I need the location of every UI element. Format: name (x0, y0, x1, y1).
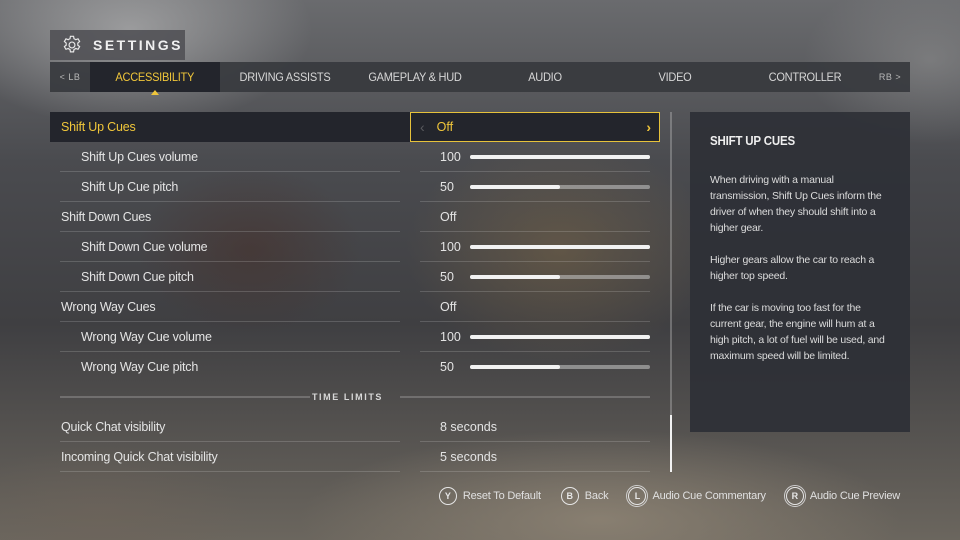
settings-header: SETTINGS (50, 30, 185, 60)
setting-value: 50 (440, 180, 454, 194)
setting-row-shift-down-pitch[interactable]: Shift Down Cue pitch 50 (50, 262, 660, 292)
setting-label: Shift Down Cue volume (81, 240, 208, 254)
setting-row-quick-chat-visibility[interactable]: Quick Chat visibility 8 seconds (50, 412, 660, 442)
setting-value: 100 (440, 330, 461, 344)
divider (420, 471, 650, 472)
setting-label: Wrong Way Cue pitch (81, 360, 199, 374)
setting-label: Incoming Quick Chat visibility (61, 450, 218, 464)
setting-value: 8 seconds (440, 420, 497, 434)
setting-value: Off (440, 300, 457, 314)
scrollbar-thumb[interactable] (670, 415, 672, 472)
chevron-left-icon[interactable]: ‹ (420, 119, 425, 135)
slider-fill (470, 155, 650, 159)
setting-value: 50 (440, 270, 454, 284)
setting-row-incoming-quick-chat-visibility[interactable]: Incoming Quick Chat visibility 5 seconds (50, 442, 660, 472)
pitch-slider[interactable] (470, 275, 650, 279)
setting-label: Shift Up Cues (61, 120, 136, 134)
back-button[interactable]: B Back (560, 487, 609, 505)
option-value: Off (436, 120, 454, 134)
slider-fill (470, 245, 650, 249)
setting-label: Wrong Way Cue volume (81, 330, 212, 344)
setting-value: Off (440, 210, 457, 224)
audio-cue-preview-button[interactable]: R Audio Cue Preview (783, 485, 900, 507)
divider (60, 396, 310, 398)
section-title: TIME LIMITS (311, 392, 384, 402)
reset-to-default-button[interactable]: Y Reset To Default (438, 487, 541, 505)
info-paragraph: Higher gears allow the car to reach a hi… (710, 254, 875, 282)
tab-video[interactable]: VIDEO (615, 62, 735, 92)
hint-label: Audio Cue Preview (809, 490, 900, 502)
setting-label: Shift Up Cue pitch (81, 180, 179, 194)
y-button-icon: Y (438, 487, 457, 505)
volume-slider[interactable] (470, 245, 650, 249)
setting-row-shift-up-pitch[interactable]: Shift Up Cue pitch 50 (50, 172, 660, 202)
slider-fill (470, 185, 560, 189)
gear-icon (63, 35, 81, 53)
b-button-icon: B (560, 487, 579, 505)
left-stick-icon: L (626, 485, 649, 507)
divider (60, 471, 400, 472)
slider-fill (470, 275, 560, 279)
info-paragraph: If the car is moving too fast for the cu… (710, 302, 885, 362)
setting-value: 50 (440, 360, 454, 374)
tab-controller[interactable]: CONTROLLER (745, 62, 865, 92)
setting-value: 100 (440, 240, 461, 254)
slider-fill (470, 335, 650, 339)
info-title: SHIFT UP CUES (710, 134, 795, 148)
setting-row-wrong-way-volume[interactable]: Wrong Way Cue volume 100 (50, 322, 660, 352)
info-panel: SHIFT UP CUES When driving with a manual… (690, 112, 910, 432)
divider (400, 396, 650, 398)
setting-row-shift-down-cues[interactable]: Shift Down Cues Off (50, 202, 660, 232)
setting-row-wrong-way-pitch[interactable]: Wrong Way Cue pitch 50 (50, 352, 660, 382)
volume-slider[interactable] (470, 335, 650, 339)
volume-slider[interactable] (470, 155, 650, 159)
hint-label: Back (584, 490, 609, 502)
setting-label: Shift Up Cues volume (81, 150, 198, 164)
setting-row-shift-up-volume[interactable]: Shift Up Cues volume 100 (50, 142, 660, 172)
slider-fill (470, 365, 560, 369)
tab-next-rb-button[interactable]: RB > (870, 72, 910, 82)
section-header-time-limits: TIME LIMITS (50, 382, 660, 412)
right-stick-icon: R (783, 485, 806, 507)
hint-label: Reset To Default (462, 490, 541, 502)
button-hints: Y Reset To Default B Back L Audio Cue Co… (438, 485, 900, 507)
tab-accessibility[interactable]: ACCESSIBILITY (90, 62, 220, 95)
option-selector[interactable]: ‹ Off › (410, 112, 660, 142)
setting-label: Shift Down Cues (61, 210, 152, 224)
info-paragraph: When driving with a manual transmission,… (710, 174, 882, 234)
setting-row-shift-up-cues[interactable]: Shift Up Cues ‹ Off › (50, 112, 660, 142)
tab-bar: < LB ACCESSIBILITY DRIVING ASSISTS GAMEP… (50, 62, 910, 95)
tab-gameplay-hud[interactable]: GAMEPLAY & HUD (355, 62, 475, 92)
setting-row-wrong-way-cues[interactable]: Wrong Way Cues Off (50, 292, 660, 322)
audio-cue-commentary-button[interactable]: L Audio Cue Commentary (626, 485, 766, 507)
tab-prev-lb-button[interactable]: < LB (50, 72, 90, 82)
setting-label: Shift Down Cue pitch (81, 270, 194, 284)
pitch-slider[interactable] (470, 365, 650, 369)
setting-label: Quick Chat visibility (61, 420, 166, 434)
chevron-right-icon[interactable]: › (646, 119, 651, 135)
page-title: SETTINGS (93, 37, 184, 53)
tab-audio[interactable]: AUDIO (485, 62, 605, 92)
hint-label: Audio Cue Commentary (652, 490, 766, 502)
scrollbar[interactable] (670, 112, 672, 472)
tab-driving-assists[interactable]: DRIVING ASSISTS (225, 62, 345, 92)
pitch-slider[interactable] (470, 185, 650, 189)
setting-value: 5 seconds (440, 450, 497, 464)
setting-row-shift-down-volume[interactable]: Shift Down Cue volume 100 (50, 232, 660, 262)
setting-value: 100 (440, 150, 461, 164)
settings-list: Shift Up Cues ‹ Off › Shift Up Cues volu… (50, 112, 660, 472)
setting-label: Wrong Way Cues (61, 300, 156, 314)
